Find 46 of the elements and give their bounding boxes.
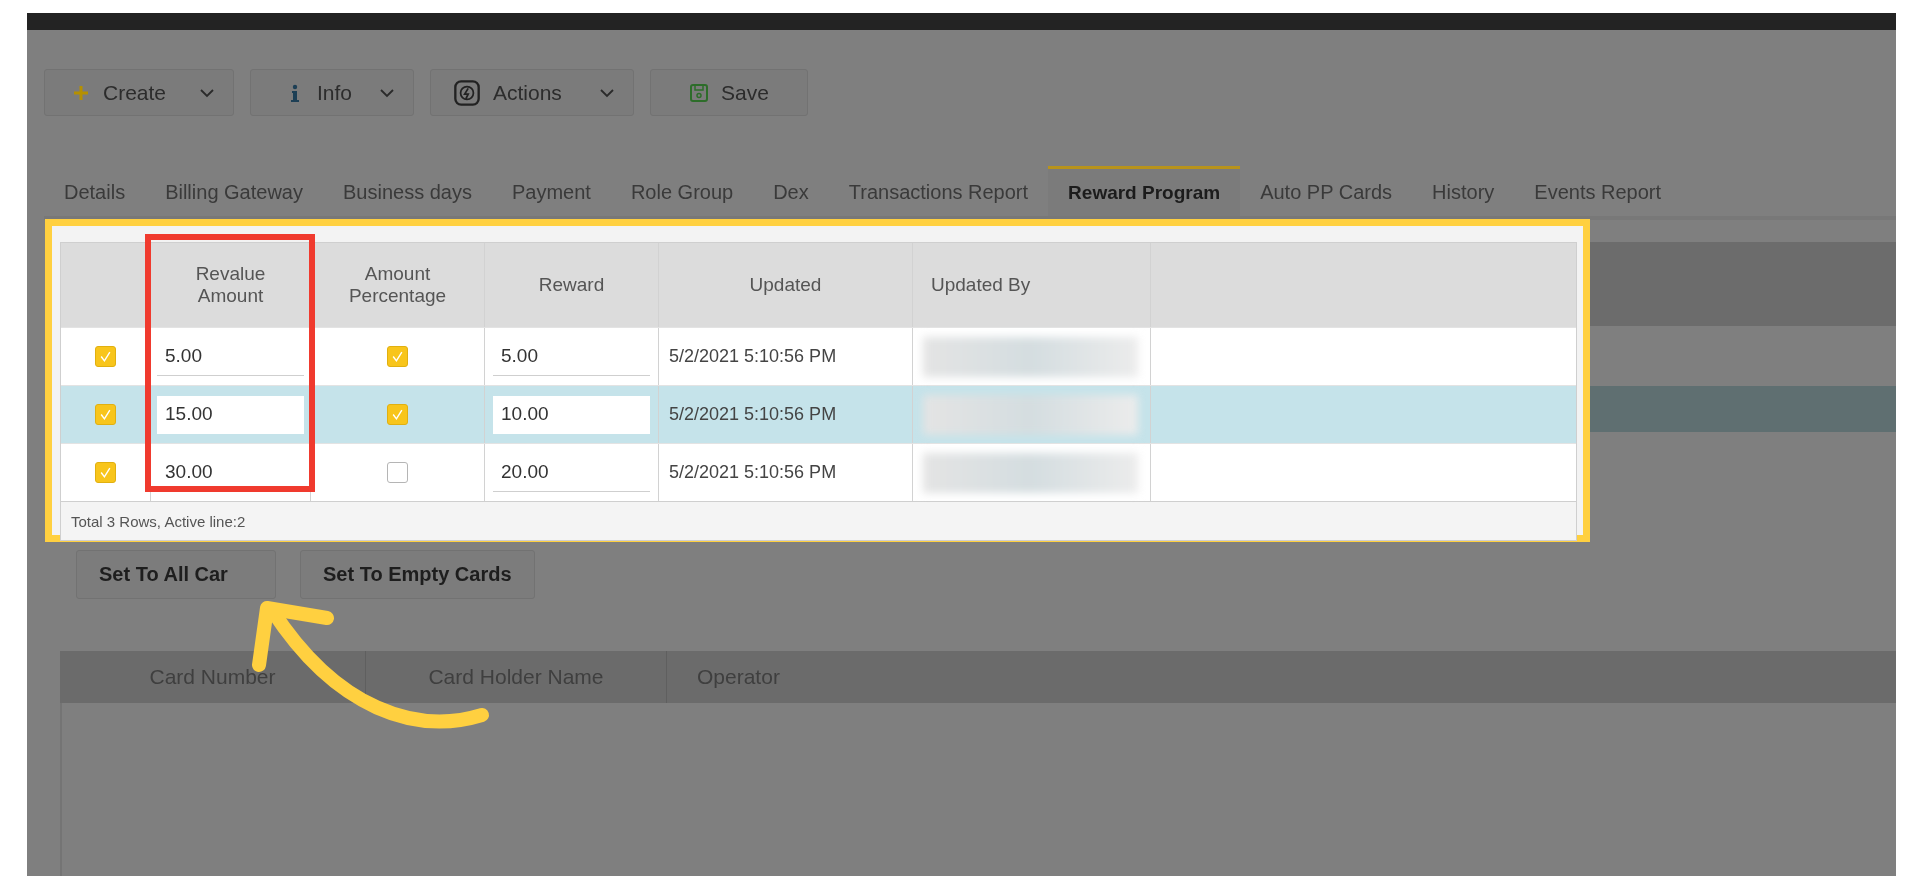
tab[interactable]: Reward Program bbox=[1048, 166, 1241, 216]
tab[interactable]: Events Report bbox=[1514, 166, 1682, 216]
toolbar-button[interactable]: Info bbox=[250, 69, 414, 116]
checkbox[interactable] bbox=[95, 346, 116, 367]
tab[interactable]: Transactions Report bbox=[828, 166, 1049, 216]
tab[interactable]: Auto PP Cards bbox=[1240, 166, 1413, 216]
checkmark-icon bbox=[391, 408, 404, 421]
checkmark-icon bbox=[99, 466, 112, 479]
row-count-text: Total 3 Rows, Active line:2 bbox=[71, 512, 246, 530]
input-field[interactable]: 10.00 bbox=[493, 395, 650, 434]
table-row[interactable]: 30.00 20.00 5/2/2021 5:10:56 PM bbox=[61, 443, 1576, 501]
chevron-down-icon bbox=[199, 87, 215, 98]
table-cell: 5/2/2021 5:10:56 PM bbox=[669, 404, 837, 425]
action-button[interactable]: Set To Empty Cards bbox=[300, 550, 535, 599]
table-row[interactable]: 5.00 5.00 5/2/2021 5:10:56 PM bbox=[61, 327, 1576, 385]
table-row[interactable]: 15.00 10.00 5/2/2021 5:10:56 PM bbox=[61, 385, 1576, 443]
checkbox[interactable] bbox=[387, 462, 408, 483]
save-icon bbox=[689, 82, 710, 103]
input-field[interactable]: 15.00 bbox=[157, 395, 304, 434]
action-button[interactable]: Set To All Car bbox=[76, 550, 276, 599]
chevron-down-icon bbox=[379, 87, 395, 98]
table-cell: 5/2/2021 5:10:56 PM bbox=[669, 462, 837, 483]
tab[interactable]: History bbox=[1412, 166, 1515, 216]
checkbox[interactable] bbox=[387, 404, 408, 425]
checkmark-icon bbox=[391, 350, 404, 363]
input-field[interactable]: 5.00 bbox=[493, 337, 650, 376]
tab[interactable]: Dex bbox=[753, 166, 829, 216]
toolbar-button[interactable]: Create bbox=[44, 69, 234, 116]
tab[interactable]: Billing Gateway bbox=[145, 166, 323, 216]
input-field[interactable]: 20.00 bbox=[493, 453, 650, 492]
chevron-down-icon bbox=[599, 87, 615, 98]
checkbox[interactable] bbox=[95, 462, 116, 483]
toolbar-button[interactable]: Actions bbox=[430, 69, 634, 116]
input-field[interactable]: 5.00 bbox=[157, 337, 304, 376]
tab[interactable]: Business days bbox=[323, 166, 492, 216]
checkbox[interactable] bbox=[95, 404, 116, 425]
checkmark-icon bbox=[99, 350, 112, 363]
checkmark-icon bbox=[99, 408, 112, 421]
input-field[interactable]: 30.00 bbox=[157, 453, 304, 492]
tab[interactable]: Payment bbox=[491, 166, 611, 216]
tab[interactable]: Role Group bbox=[610, 166, 754, 216]
checkbox[interactable] bbox=[387, 346, 408, 367]
toolbar-button[interactable]: Save bbox=[650, 69, 808, 116]
table-cell: 5/2/2021 5:10:56 PM bbox=[669, 346, 837, 367]
lightning-icon bbox=[453, 78, 481, 107]
tab[interactable]: Details bbox=[44, 166, 146, 216]
